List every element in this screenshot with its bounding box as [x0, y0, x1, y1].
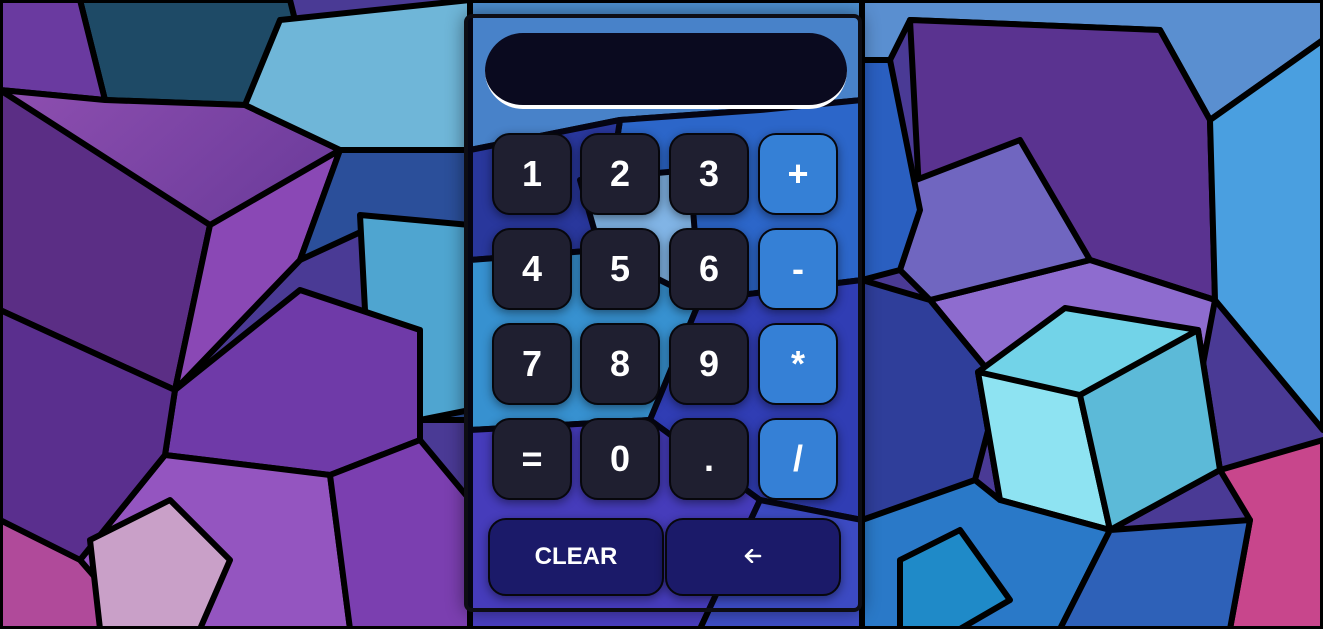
key-7[interactable]: 7 [492, 323, 572, 405]
key-8[interactable]: 8 [580, 323, 660, 405]
clear-button[interactable]: CLEAR [488, 518, 664, 596]
key-multiply[interactable]: * [758, 323, 838, 405]
key-9[interactable]: 9 [669, 323, 749, 405]
key-divide[interactable]: / [758, 418, 838, 500]
key-equals[interactable]: = [492, 418, 572, 500]
display-screen[interactable] [485, 33, 847, 109]
key-0[interactable]: 0 [580, 418, 660, 500]
calculator-panel: 1 2 3 +4 5 6- 7 8 9 * = 0. / CLEAR [464, 14, 862, 612]
arrow-left-icon [744, 546, 762, 569]
key-plus[interactable]: + [758, 133, 838, 215]
key-6[interactable]: 6 [669, 228, 749, 310]
key-2[interactable]: 2 [580, 133, 660, 215]
backspace-button[interactable] [665, 518, 841, 596]
key-minus[interactable]: - [758, 228, 838, 310]
key-4[interactable]: 4 [492, 228, 572, 310]
key-5[interactable]: 5 [580, 228, 660, 310]
key-1[interactable]: 1 [492, 133, 572, 215]
key-3[interactable]: 3 [669, 133, 749, 215]
key-decimal[interactable]: . [669, 418, 749, 500]
